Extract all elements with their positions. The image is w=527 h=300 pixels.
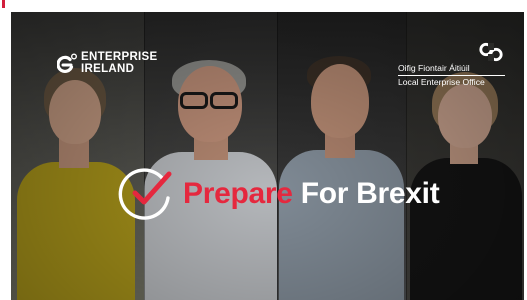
local-enterprise-office-mark-icon <box>479 42 503 62</box>
enterprise-ireland-logo[interactable]: ENTERPRISE IRELAND <box>57 51 167 80</box>
leo-irish-name: Oifig Fiontair Áitiúil <box>398 63 470 73</box>
headline-rest: For Brexit <box>300 177 440 210</box>
local-enterprise-office-logo[interactable]: Oifig Fiontair Áitiúil Local Enterprise … <box>398 42 516 90</box>
enterprise-ireland-line2: IRELAND <box>81 62 135 75</box>
headline-accent-word: Prepare <box>183 177 293 210</box>
page-accent-mark <box>2 0 5 8</box>
enterprise-ireland-wordmark: ENTERPRISE IRELAND <box>81 51 158 75</box>
leo-english-name: Local Enterprise Office <box>398 77 485 87</box>
enterprise-ireland-mark-icon <box>57 53 77 73</box>
page: ENTERPRISE IRELAND Oifig Fiontair Áitiúi… <box>0 0 527 300</box>
headline: Prepare For Brexit <box>183 176 440 212</box>
prepare-for-brexit-banner[interactable]: ENTERPRISE IRELAND Oifig Fiontair Áitiúi… <box>11 12 524 300</box>
check-circle-icon <box>118 168 172 220</box>
leo-divider <box>398 75 505 76</box>
enterprise-ireland-line1: ENTERPRISE <box>81 51 158 63</box>
